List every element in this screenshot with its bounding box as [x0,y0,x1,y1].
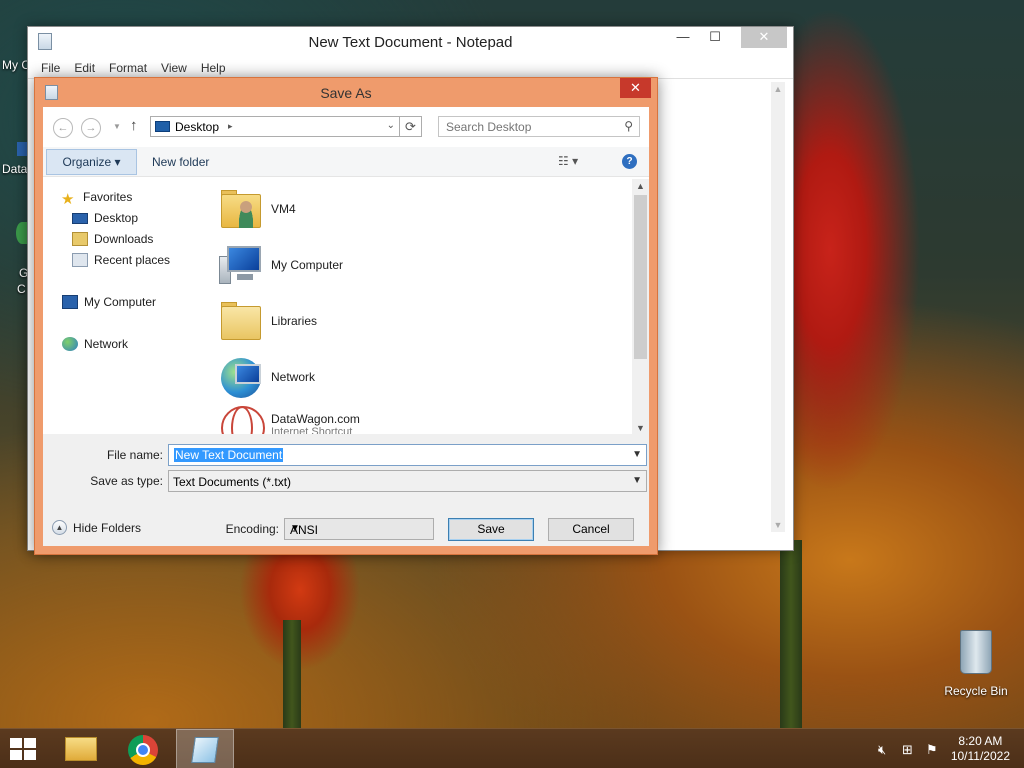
hide-folders-button[interactable]: ▲ Hide Folders [52,520,141,535]
dialog-close-button[interactable]: ✕ [620,78,651,98]
save-as-type-label: Save as type: [90,474,163,488]
tree-item-desktop[interactable]: Desktop [72,211,138,225]
breadcrumb-desktop[interactable]: Desktop [175,120,219,134]
close-button[interactable]: ✕ [741,27,787,48]
tree-item-favorites[interactable]: ★ Favorites [61,190,132,208]
wallpaper-stem [283,620,301,730]
search-icon: ⚲ [624,119,633,133]
cancel-button[interactable]: Cancel [548,518,634,541]
menu-file[interactable]: File [34,61,67,75]
wallpaper-stem [780,540,802,730]
downloads-folder-icon [72,232,88,246]
save-button[interactable]: Save [448,518,534,541]
list-item[interactable]: Libraries [219,295,317,347]
recycle-bin-icon [960,630,992,674]
scroll-down-icon[interactable]: ▼ [632,423,649,433]
scroll-up-icon[interactable]: ▲ [632,181,649,191]
taskbar: 🔇︎ ⊞ ⚑ 8:20 AM 10/11/2022 [0,728,1024,768]
desktop-icon [155,121,170,132]
search-box[interactable]: ⚲ [438,116,640,137]
star-icon: ★ [61,191,75,208]
forward-button[interactable]: → [81,118,101,138]
back-button[interactable]: ← [53,118,73,138]
tree-item-network[interactable]: Network [62,337,128,351]
encoding-label: Encoding: [225,522,279,536]
computer-icon [62,295,78,309]
computer-icon [219,242,265,288]
navigation-bar: ← → ▼ ↑ Desktop ▸ ⌄ ⟳ ⚲ [43,107,649,147]
save-as-type-select[interactable]: Text Documents (*.txt) ▼ [168,470,647,492]
file-name-label: File name: [106,448,163,462]
libraries-icon [219,298,265,344]
chevron-down-icon[interactable]: ▼ [632,449,642,460]
network-status-icon[interactable]: ⊞ [902,742,913,758]
save-form: File name: New Text Document ▼ Save as t… [43,434,649,546]
help-icon[interactable]: ? [622,154,637,169]
notepad-scrollbar[interactable]: ▲ ▼ [771,82,785,532]
search-input[interactable] [439,117,609,136]
notepad-titlebar[interactable]: New Text Document - Notepad — ☐ ✕ [28,27,793,57]
navigation-pane: ★ Favorites Desktop Downloads Recent pla… [43,179,213,435]
dialog-body: ← → ▼ ↑ Desktop ▸ ⌄ ⟳ ⚲ Organize ▾ New f… [43,107,649,546]
breadcrumb-separator-icon[interactable]: ▸ [228,121,233,132]
list-item[interactable]: Network [219,351,315,403]
network-icon [62,337,78,351]
recent-places-icon [72,253,88,267]
file-name-input[interactable]: New Text Document [174,448,284,462]
desktop-icon [72,212,88,224]
clock[interactable]: 8:20 AM 10/11/2022 [951,734,1010,764]
notepad-menubar: File Edit Format View Help [28,57,793,79]
tree-item-downloads[interactable]: Downloads [72,232,153,246]
scroll-down-icon[interactable]: ▼ [771,520,785,530]
user-folder-icon [219,186,265,232]
dialog-title: Save As [320,85,372,101]
desktop-icon-recycle-bin[interactable]: Recycle Bin [940,630,1012,698]
clock-time: 8:20 AM [958,734,1003,748]
tree-item-my-computer[interactable]: My Computer [62,295,156,309]
desktop-icon-datawagon[interactable]: Data [2,162,27,176]
internet-shortcut-icon [219,402,265,435]
new-folder-button[interactable]: New folder [152,155,209,169]
organize-button[interactable]: Organize ▾ [46,149,137,175]
menu-edit[interactable]: Edit [67,61,102,75]
refresh-button[interactable]: ⟳ [400,116,422,137]
maximize-button[interactable]: ☐ [701,27,729,48]
file-list: VM4 My Computer Libraries Network DataWa… [213,179,649,435]
file-explorer-taskbar-icon[interactable] [52,729,110,768]
notepad-taskbar-icon[interactable] [176,729,234,768]
network-icon [219,354,265,400]
chevron-up-icon: ▲ [52,520,67,535]
scrollbar-thumb[interactable] [634,195,647,359]
address-dropdown-icon[interactable]: ⌄ [387,120,395,131]
scroll-up-icon[interactable]: ▲ [771,84,785,94]
volume-muted-icon[interactable]: 🔇︎ [878,742,886,758]
desktop-icon-my-computer[interactable]: My C [2,58,30,72]
toolbar: Organize ▾ New folder ☷ ▾ ? [43,147,649,177]
menu-view[interactable]: View [154,61,194,75]
chrome-taskbar-icon[interactable] [114,729,172,768]
minimize-button[interactable]: — [669,27,697,48]
up-button[interactable]: ↑ [130,117,138,134]
list-item[interactable]: DataWagon.com Internet Shortcut [219,399,360,435]
save-as-titlebar[interactable]: Save As ✕ [35,78,657,107]
save-as-dialog: Save As ✕ ← → ▼ ↑ Desktop ▸ ⌄ ⟳ ⚲ Organi… [34,77,658,555]
menu-format[interactable]: Format [102,61,154,75]
file-name-field[interactable]: New Text Document ▼ [168,444,647,466]
tree-item-recent-places[interactable]: Recent places [72,253,170,267]
chevron-down-icon[interactable]: ▼ [290,523,429,534]
clock-date: 10/11/2022 [950,749,1010,763]
address-bar[interactable]: Desktop ▸ ⌄ [150,116,400,137]
system-tray: 🔇︎ ⊞ ⚑ 8:20 AM 10/11/2022 [864,729,1024,768]
encoding-select[interactable]: ANSI ▼ [284,518,434,540]
menu-help[interactable]: Help [194,61,233,75]
change-view-icon[interactable]: ☷ ▾ [558,154,578,168]
file-list-scrollbar[interactable]: ▲ ▼ [632,179,649,435]
windows-start-icon[interactable] [10,738,38,762]
desktop-icon-chrome-line2[interactable]: C [17,282,26,296]
list-item[interactable]: VM4 [219,183,296,235]
action-center-icon[interactable]: ⚑ [926,742,938,758]
list-item[interactable]: My Computer [219,239,343,291]
recent-locations-icon[interactable]: ▼ [113,122,121,131]
chevron-down-icon[interactable]: ▼ [632,475,642,486]
